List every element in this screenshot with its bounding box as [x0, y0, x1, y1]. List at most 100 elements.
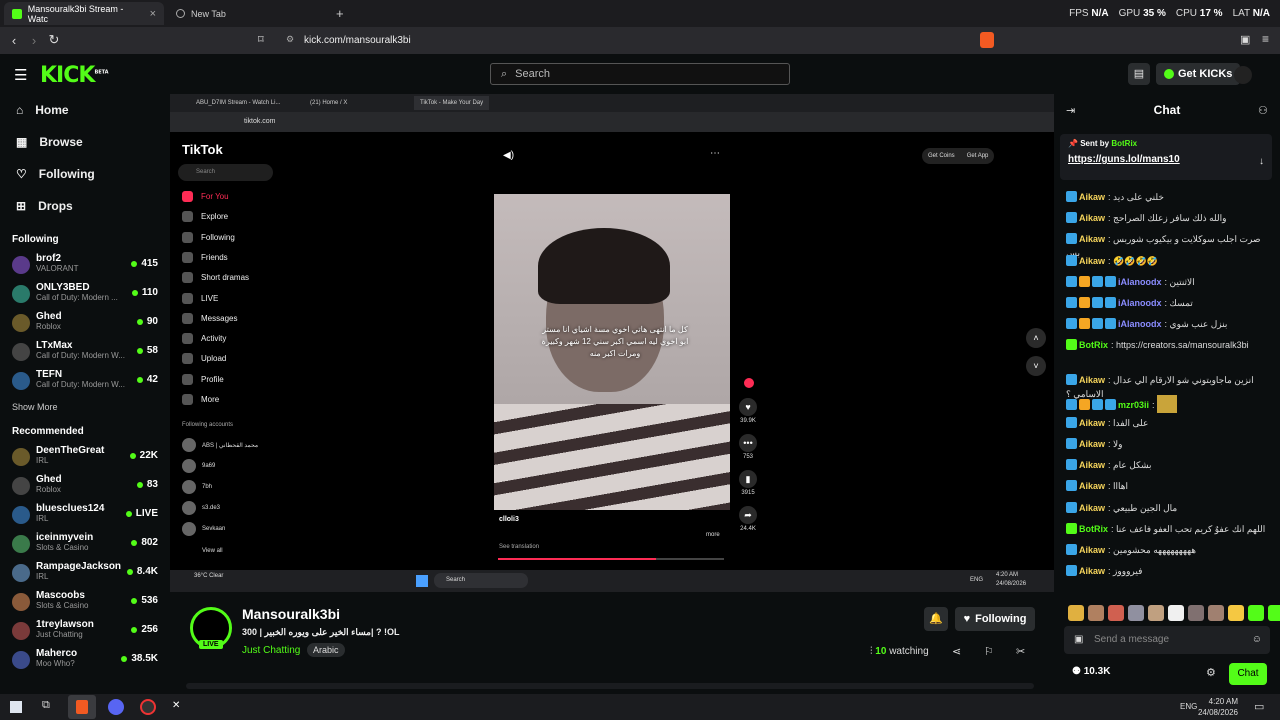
send-chat-button[interactable]: Chat	[1229, 663, 1267, 685]
menu-icon[interactable]: ≡	[1262, 32, 1269, 46]
emote-icon[interactable]	[1148, 605, 1164, 621]
pinned-link[interactable]: https://guns.lol/mans10	[1068, 154, 1264, 165]
chat-username[interactable]: Aikaw	[1079, 375, 1105, 385]
following-button[interactable]: ♥ Following	[955, 607, 1035, 631]
get-coins-label: Get Coins	[928, 153, 955, 159]
chat-username[interactable]: Aikaw	[1079, 545, 1105, 555]
notifications-icon[interactable]: ▭	[1254, 700, 1264, 713]
emote-icon[interactable]	[1128, 605, 1144, 621]
chat-username[interactable]: Aikaw	[1079, 566, 1105, 576]
library-icon[interactable]: ▤	[1128, 63, 1150, 85]
system-clock[interactable]: 4:20 AM 24/08/2026	[1198, 696, 1238, 718]
tab-new-tab[interactable]: New Tab	[168, 2, 328, 25]
lat-value: N/A	[1252, 8, 1270, 19]
channel-name[interactable]: Mansouralk3bi	[242, 606, 340, 622]
clip-icon[interactable]: ✂	[1016, 645, 1025, 658]
emote-icon[interactable]	[1068, 605, 1084, 621]
emote-icon[interactable]	[1188, 605, 1204, 621]
chat-username[interactable]: iAlanoodx	[1118, 319, 1162, 329]
task-view-icon[interactable]: ⧉	[42, 699, 50, 712]
tiktok-nav-label: Activity	[201, 334, 227, 344]
brave-shield-icon[interactable]	[980, 32, 994, 48]
chat-username[interactable]: Aikaw	[1079, 460, 1105, 470]
search-input[interactable]: ⌕ Search	[490, 63, 790, 85]
discord-icon[interactable]	[108, 699, 124, 715]
browser-toolbar: ‹ › ↻ ⌑ ⚙ kick.com/mansouralk3bi ▣ ≡	[0, 27, 1280, 54]
category-link[interactable]: Just Chatting	[242, 645, 300, 656]
new-tab-plus-icon[interactable]: +	[336, 6, 344, 21]
close-tab-icon[interactable]: ×	[150, 8, 156, 20]
chat-username[interactable]: iAlanoodx	[1118, 298, 1162, 308]
bookmark-icon[interactable]: ⌑	[258, 33, 264, 46]
channel-item[interactable]: ONLY3BED Call of Duty: Modern ... 110	[0, 280, 170, 309]
report-icon[interactable]: ⚐	[984, 645, 994, 658]
notification-bell-button[interactable]: 🔔	[924, 607, 948, 631]
channel-item[interactable]: bluesclues124 IRL LIVE	[0, 501, 170, 530]
language-tag[interactable]: Arabic	[307, 643, 345, 657]
emote-icon[interactable]	[1108, 605, 1124, 621]
tab-kick-stream[interactable]: Mansouralk3bi Stream - Watc ×	[4, 2, 164, 25]
channel-item[interactable]: Ghed Roblox 83	[0, 472, 170, 501]
channel-item[interactable]: Maherco Moo Who? 38.5K	[0, 646, 170, 675]
chat-username[interactable]: Aikaw	[1079, 439, 1105, 449]
reload-icon[interactable]: ↻	[44, 32, 64, 48]
emote-icon[interactable]	[1228, 605, 1244, 621]
chat-username[interactable]: Aikaw	[1079, 256, 1105, 266]
sidebar-item-drops[interactable]: ⊞ Drops	[0, 190, 170, 222]
forward-icon[interactable]: ›	[24, 33, 44, 48]
channel-item[interactable]: Mascoobs Slots & Casino 536	[0, 588, 170, 617]
viewer-count: 536	[131, 595, 158, 606]
channel-item[interactable]: TEFN Call of Duty: Modern W... 42	[0, 367, 170, 396]
users-icon[interactable]: ⚇	[1258, 104, 1268, 117]
channel-item[interactable]: brof2 VALORANT 415	[0, 251, 170, 280]
user-avatar[interactable]	[1234, 66, 1252, 84]
chat-username[interactable]: mzr03ii	[1118, 400, 1149, 410]
emote-icon[interactable]	[1088, 605, 1104, 621]
chat-message-input[interactable]: ▣ Send a message ☺	[1064, 626, 1270, 654]
emote-icon[interactable]	[1208, 605, 1224, 621]
back-icon[interactable]: ‹	[4, 33, 24, 48]
channel-item[interactable]: LTxMax Call of Duty: Modern W... 58	[0, 338, 170, 367]
chat-username[interactable]: BotRix	[1079, 340, 1108, 350]
channel-item[interactable]: 1treylawson Just Chatting 256	[0, 617, 170, 646]
obs-icon[interactable]	[140, 699, 156, 715]
show-more-link[interactable]: Show More	[0, 396, 170, 418]
site-info-icon[interactable]: ⚙	[286, 34, 294, 45]
windows-start-icon[interactable]	[10, 701, 22, 713]
scroll-down-arrow-icon[interactable]: ↓	[1259, 156, 1264, 167]
chat-username[interactable]: Aikaw	[1079, 192, 1105, 202]
sidebar-toggle-icon[interactable]: ▣	[1240, 33, 1250, 46]
chat-username[interactable]: Aikaw	[1079, 234, 1105, 244]
chat-username[interactable]: Aikaw	[1079, 481, 1105, 491]
content-scrollbar[interactable]	[186, 683, 1034, 689]
sidebar-item-following[interactable]: ♡ Following	[0, 158, 170, 190]
kicks-balance[interactable]: ⚉ 10.3K	[1072, 666, 1110, 677]
sidebar-item-home[interactable]: ⌂ Home	[0, 94, 170, 126]
os-lang[interactable]: ENG	[1180, 702, 1197, 711]
sidebar-item-browse[interactable]: ▦ Browse	[0, 126, 170, 158]
kick-logo[interactable]: KICKBETA	[40, 63, 109, 88]
channel-item[interactable]: DeenTheGreat IRL 22K	[0, 443, 170, 472]
chat-username[interactable]: Aikaw	[1079, 503, 1105, 513]
brave-taskbar-button[interactable]	[68, 695, 96, 719]
capcut-icon[interactable]: ✕	[172, 700, 180, 711]
emote-icon[interactable]	[1248, 605, 1264, 621]
emote-icon[interactable]	[1168, 605, 1184, 621]
chat-settings-gear-icon[interactable]: ⚙	[1206, 666, 1216, 679]
channel-item[interactable]: RampageJackson IRL 8.4K	[0, 559, 170, 588]
live-dot-icon	[125, 510, 132, 517]
chat-username[interactable]: Aikaw	[1079, 418, 1105, 428]
address-bar[interactable]: ⚙ kick.com/mansouralk3bi	[282, 30, 972, 51]
video-player[interactable]: ABU_D7IM Stream - Watch Li... (21) Home …	[170, 94, 1054, 592]
share-icon[interactable]: ⋖	[952, 645, 961, 658]
emote-icon[interactable]	[1268, 605, 1280, 621]
more-options-icon: ⋯	[710, 148, 720, 159]
get-kicks-button[interactable]: Get KICKs	[1156, 63, 1241, 85]
channel-item[interactable]: Ghed Roblox 90	[0, 309, 170, 338]
hamburger-menu-icon[interactable]: ☰	[14, 66, 27, 84]
emoji-picker-icon[interactable]: ☺	[1252, 626, 1262, 654]
chat-username[interactable]: Aikaw	[1079, 213, 1105, 223]
channel-item[interactable]: iceinmyvein Slots & Casino 802	[0, 530, 170, 559]
chat-username[interactable]: BotRix	[1079, 524, 1108, 534]
chat-username[interactable]: iAlanoodx	[1118, 277, 1162, 287]
